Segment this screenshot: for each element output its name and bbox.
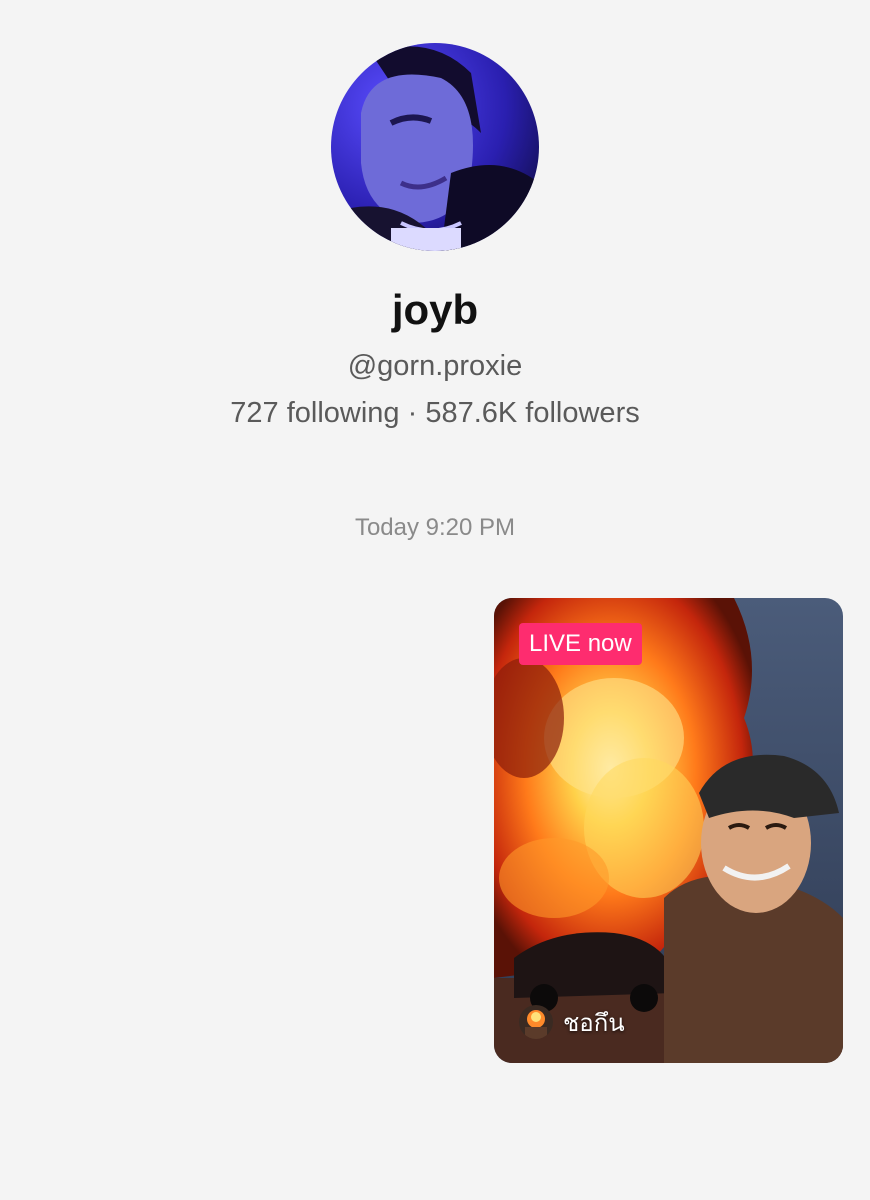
message-timestamp: Today 9:20 PM [354,514,516,541]
live-host: ชอกึน [519,1002,625,1042]
host-avatar [519,1005,553,1039]
username: @gorn.proxie [347,350,523,382]
live-thumbnail [494,598,843,1063]
avatar-image [331,43,539,251]
live-now-badge: LIVE now [519,623,642,665]
display-name: joyb [391,286,479,333]
host-name: ชอกึน [563,1009,625,1037]
follow-stats: 727 following · 587.6K followers [230,397,640,429]
profile-avatar[interactable] [331,43,539,251]
live-share-card[interactable]: LIVE now ชอกึน [494,598,843,1063]
